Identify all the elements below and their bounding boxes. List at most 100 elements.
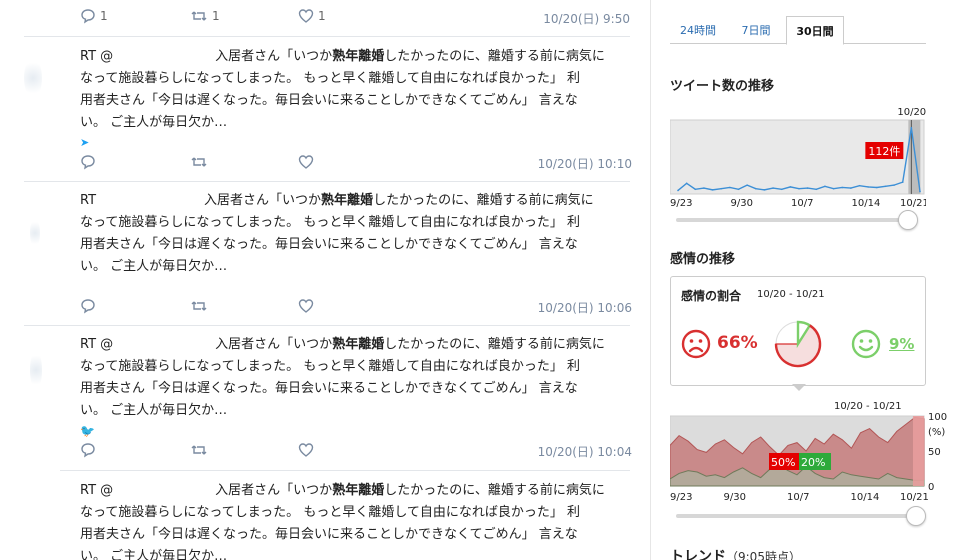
- tweet-divider: [24, 181, 630, 182]
- rt-prefix: RT @: [80, 337, 114, 352]
- trend-time: （9:05時点）: [726, 550, 801, 560]
- range-label: 10/20 - 10/21: [834, 401, 902, 412]
- retweet-button[interactable]: 1: [190, 8, 220, 24]
- sentiment-ratio-card: 感情の割合 10/20 - 10/21 66% 9%: [670, 276, 926, 386]
- retweet-button[interactable]: [190, 298, 208, 314]
- avatar[interactable]: [30, 218, 40, 248]
- data-point: [729, 186, 731, 189]
- sentiment-range-handle[interactable]: [906, 506, 926, 526]
- rt-prefix: RT @: [80, 49, 114, 64]
- data-point: [746, 184, 748, 186]
- x-tick-label: 10/21: [900, 492, 929, 502]
- data-point: [772, 187, 774, 189]
- reply-count: 1: [100, 9, 108, 23]
- heart-icon: [298, 443, 314, 457]
- volume-range-handle[interactable]: [898, 210, 918, 230]
- tweet-feed: 1 1 1 10/20(日) 9:50 RT @ 入居者さん「いつか熟年離婚したか…: [0, 0, 640, 560]
- trend-heading: トレンド（9:05時点）: [670, 546, 801, 560]
- like-button[interactable]: [298, 154, 314, 170]
- like-button[interactable]: [298, 442, 314, 458]
- y-tick-label: 0: [928, 482, 934, 493]
- tweet-timestamp[interactable]: 10/20(日) 10:10: [538, 155, 632, 172]
- data-point: [875, 186, 878, 189]
- positive-percent[interactable]: 9%: [889, 335, 914, 353]
- data-point: [910, 126, 913, 129]
- like-button[interactable]: 1: [298, 8, 326, 24]
- sentiment-title: 感情の推移: [670, 252, 736, 267]
- tab-7d[interactable]: 7日間: [730, 16, 782, 44]
- panel-separator: [650, 0, 651, 560]
- data-point: [919, 190, 921, 193]
- x-tick-label: 9/23: [670, 198, 692, 208]
- tab-30d[interactable]: 30日間: [786, 16, 844, 45]
- reply-icon: [81, 9, 95, 24]
- x-tick-label: 10/21: [900, 198, 926, 208]
- negative-badge-label: 50%: [771, 456, 795, 469]
- data-point: [901, 181, 904, 183]
- like-count: 1: [318, 9, 326, 23]
- x-tick-label: 9/30: [731, 198, 753, 208]
- reply-button[interactable]: [80, 298, 96, 314]
- tab-24h[interactable]: 24時間: [670, 16, 726, 44]
- negative-percent: 66%: [717, 333, 758, 353]
- x-tick-label: 9/30: [724, 492, 746, 502]
- y-tick-label: 50: [928, 447, 941, 458]
- volume-range-track[interactable]: [676, 218, 916, 222]
- retweet-button[interactable]: [190, 442, 208, 458]
- tweet-divider: [24, 325, 630, 326]
- reply-icon: [81, 155, 95, 170]
- tweet-timestamp[interactable]: 10/20(日) 10:04: [538, 443, 632, 460]
- data-point: [893, 184, 895, 186]
- reply-button[interactable]: [80, 442, 96, 458]
- positive-badge-label: 20%: [801, 456, 825, 469]
- data-point: [763, 189, 766, 191]
- data-point: [841, 186, 844, 189]
- heart-icon: [298, 299, 314, 313]
- data-point: [806, 187, 809, 189]
- tweet-count-title: ツイート数の推移: [670, 79, 775, 94]
- retweet-count: 1: [212, 9, 220, 23]
- value-badge-label: 112件: [868, 145, 900, 158]
- data-point: [832, 187, 835, 190]
- heart-icon: [298, 9, 314, 23]
- retweet-button[interactable]: [190, 154, 208, 170]
- top-tweet-actions: 1 1 1 10/20(日) 9:50: [80, 8, 630, 30]
- retweet-icon: [191, 157, 207, 167]
- reply-button[interactable]: 1: [80, 8, 108, 24]
- tweet-actions: 10/20(日) 10:10: [80, 154, 632, 174]
- sentiment-range-track[interactable]: [676, 514, 916, 518]
- x-tick-label: 10/7: [787, 492, 809, 502]
- sentiment-card-title: 感情の割合: [681, 289, 742, 303]
- like-button[interactable]: [298, 298, 314, 314]
- rt-prefix: RT: [80, 193, 97, 208]
- x-tick-label: 10/7: [791, 198, 813, 208]
- data-point: [789, 186, 792, 188]
- tweet-body: RT @ 入居者さん「いつか熟年離婚したかったのに、離婚する前に病気に なって施設…: [80, 483, 605, 560]
- x-tick-label: 9/23: [670, 492, 692, 502]
- retweet-icon: [191, 301, 207, 311]
- x-tick-label: 10/14: [851, 492, 880, 502]
- happy-face-icon: [851, 329, 881, 359]
- data-point: [824, 185, 826, 188]
- heart-icon: [298, 155, 314, 169]
- reply-icon: [81, 299, 95, 314]
- tweet-divider: [60, 470, 630, 471]
- tweet-timestamp[interactable]: 10/20(日) 10:06: [538, 299, 632, 316]
- avatar[interactable]: [30, 350, 42, 390]
- tweet-body: RT @ 入居者さん「いつか熟年離婚したかったのに、離婚する前に病気に なって施設…: [80, 49, 605, 130]
- tweet-body: RT 入居者さん「いつか熟年離婚したかったのに、離婚する前に病気に なって施設暮ら…: [80, 193, 594, 274]
- y-tick-label: 100: [928, 412, 947, 423]
- reply-icon: [81, 443, 95, 458]
- highlight-band: [912, 416, 924, 486]
- data-point: [685, 182, 688, 185]
- data-point: [703, 187, 705, 189]
- data-point: [867, 186, 869, 188]
- tweet-volume-chart: 10/20 112件 9/23 9/30 10/7 10/14 10/21: [670, 107, 926, 208]
- reply-button[interactable]: [80, 154, 96, 170]
- y-tick-label: (%): [928, 427, 945, 438]
- tweet-timestamp[interactable]: 10/20(日) 9:50: [543, 10, 630, 27]
- avatar[interactable]: [24, 58, 42, 98]
- data-point: [754, 187, 757, 190]
- tweet-divider: [24, 36, 630, 37]
- data-point: [815, 188, 818, 191]
